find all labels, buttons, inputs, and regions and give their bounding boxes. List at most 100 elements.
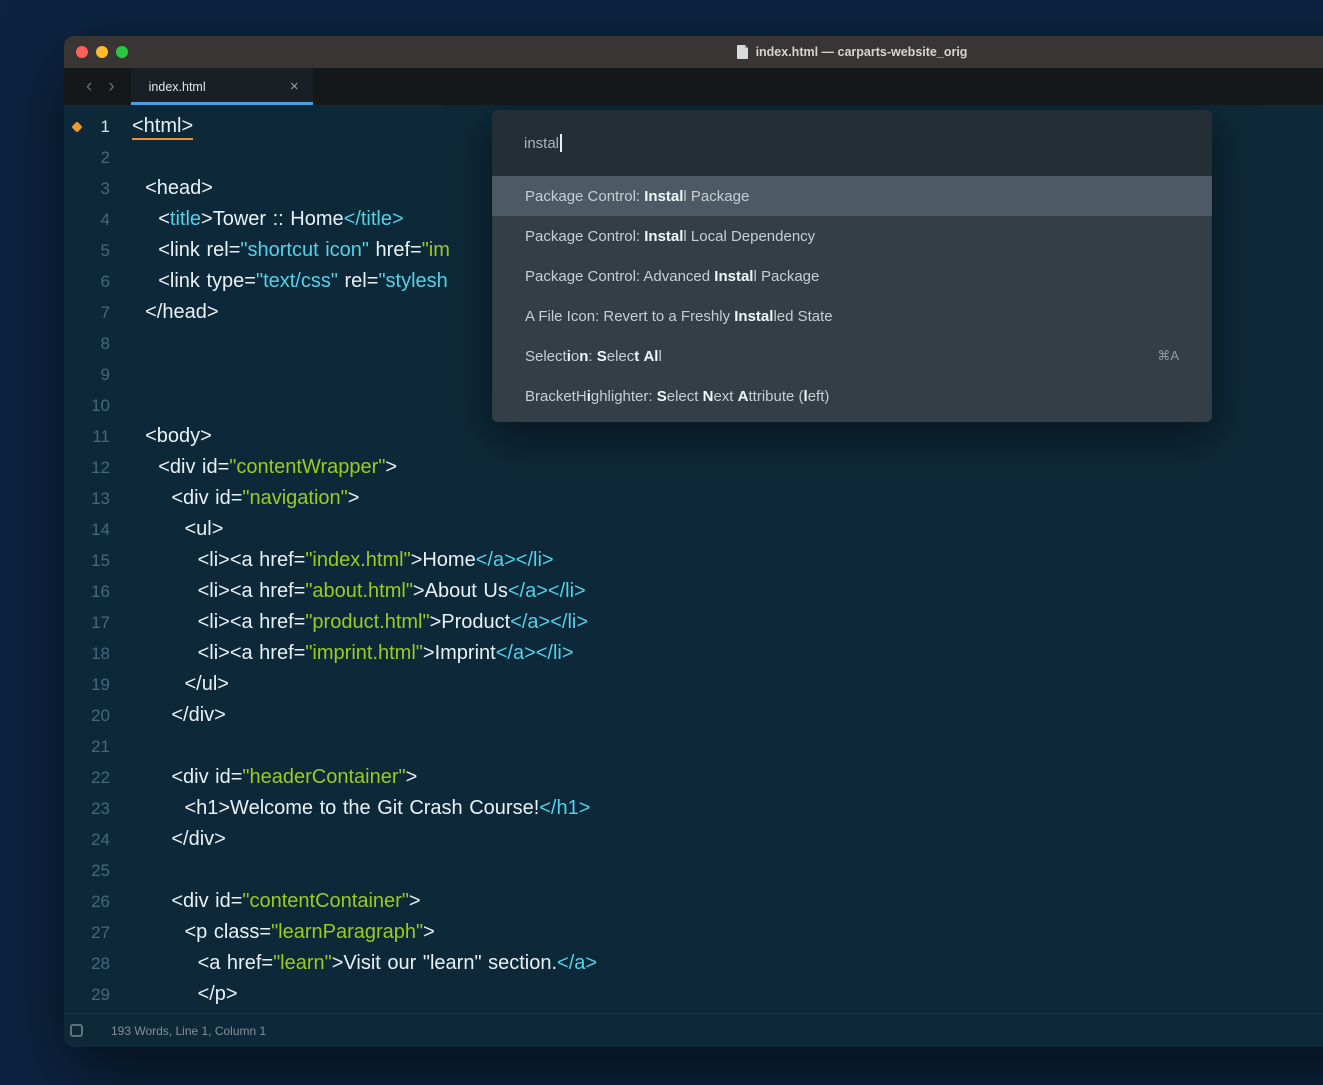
code-line[interactable]: 16 <li><a href="about.html">About Us</a>… [64,576,1323,607]
code-text [110,359,132,390]
gutter: 23 [64,793,110,824]
command-palette: instal Package Control: Install PackageP… [492,110,1212,422]
code-text [110,731,132,762]
code-text: <title>Tower :: Home</title> [110,204,404,235]
code-line[interactable]: 24 </div> [64,824,1323,855]
code-line[interactable]: 26 <div id="contentContainer"> [64,886,1323,917]
titlebar[interactable]: index.html — carparts-website_orig [64,36,1323,68]
minimize-window-button[interactable] [96,46,108,58]
code-line[interactable]: 27 <p class="learnParagraph"> [64,917,1323,948]
code-line[interactable]: 22 <div id="headerContainer"> [64,762,1323,793]
code-text [110,142,132,173]
tab-label: index.html [149,80,206,94]
code-line[interactable]: 21 [64,731,1323,762]
window-title: index.html — carparts-website_orig [756,45,968,59]
line-number: 25 [91,861,110,880]
palette-item[interactable]: A File Icon: Revert to a Freshly Install… [492,296,1212,336]
code-text [110,390,132,421]
code-line[interactable]: 18 <li><a href="imprint.html">Imprint</a… [64,638,1323,669]
line-number: 8 [101,334,110,353]
line-number: 15 [91,551,110,570]
code-text: </div> [110,824,226,855]
line-number: 9 [101,365,110,384]
code-line[interactable]: 19 </ul> [64,669,1323,700]
line-number: 11 [92,427,110,446]
code-text: </head> [110,297,219,328]
shortcut-hint: ⌘A [1157,348,1179,364]
line-number: 1 [101,117,110,136]
status-text: 193 Words, Line 1, Column 1 [111,1024,266,1038]
gutter: 2 [64,142,110,173]
gutter: 29 [64,979,110,1010]
code-line[interactable]: 23 <h1>Welcome to the Git Crash Course!<… [64,793,1323,824]
gutter: 7 [64,297,110,328]
code-text: <link rel="shortcut icon" href="im [110,235,450,266]
palette-item[interactable]: Package Control: Install Local Dependenc… [492,216,1212,256]
line-number: 21 [91,737,110,756]
gutter: 9 [64,359,110,390]
gutter: 4 [64,204,110,235]
gutter: 10 [64,390,110,421]
palette-results-list: Package Control: Install Package Package … [492,176,1212,422]
close-window-button[interactable] [76,46,88,58]
palette-search-input[interactable]: instal [492,110,1212,176]
code-line[interactable]: 13 <div id="navigation"> [64,483,1323,514]
code-line[interactable]: 15 <li><a href="index.html">Home</a></li… [64,545,1323,576]
code-text: <h1>Welcome to the Git Crash Course!</h1… [110,793,590,824]
line-number: 20 [91,706,110,725]
code-text: <ul> [110,514,223,545]
line-number: 4 [101,210,110,229]
line-number: 2 [101,148,110,167]
code-line[interactable]: 11 <body> [64,421,1323,452]
traffic-lights [76,36,128,68]
palette-item-label: Package Control: Install Local Dependenc… [525,228,815,245]
code-line[interactable]: 12 <div id="contentWrapper"> [64,452,1323,483]
gutter: 21 [64,731,110,762]
line-number: 24 [91,830,110,849]
zoom-window-button[interactable] [116,46,128,58]
gutter: 19 [64,669,110,700]
code-line[interactable]: 29 </p> [64,979,1323,1010]
code-text: <li><a href="index.html">Home</a></li> [110,545,554,576]
tab-index-html[interactable]: index.html × [131,68,313,105]
gutter: 24 [64,824,110,855]
palette-item[interactable]: Package Control: Install Package [492,176,1212,216]
forward-icon[interactable]: › [108,77,114,96]
code-text: </ul> [110,669,229,700]
code-line[interactable]: 17 <li><a href="product.html">Product</a… [64,607,1323,638]
document-icon [737,45,749,59]
line-number: 18 [91,644,110,663]
code-line[interactable]: 20 </div> [64,700,1323,731]
code-line[interactable]: 14 <ul> [64,514,1323,545]
line-number: 10 [91,396,110,415]
gutter: 28 [64,948,110,979]
code-text: <li><a href="about.html">About Us</a></l… [110,576,586,607]
palette-item[interactable]: BracketHighlighter: Select Next Attribut… [492,376,1212,416]
code-text: <div id="headerContainer"> [110,762,417,793]
line-number: 29 [91,985,110,1004]
palette-item[interactable]: Package Control: Advanced Install Packag… [492,256,1212,296]
panel-toggle-icon[interactable] [70,1024,83,1037]
code-editor[interactable]: 1<html>23 <head>4 <title>Tower :: Home</… [64,105,1323,1013]
line-number: 19 [91,675,110,694]
gutter: 13 [64,483,110,514]
code-text: <li><a href="product.html">Product</a></… [110,607,588,638]
text-cursor [560,134,562,152]
palette-item-label: Selection: Select All [525,348,662,365]
line-number: 22 [91,768,110,787]
code-text: <body> [110,421,212,452]
code-line[interactable]: 28 <a href="learn">Visit our "learn" sec… [64,948,1323,979]
gutter: 1 [64,111,110,142]
line-number: 26 [91,892,110,911]
code-text: </p> [110,979,238,1010]
code-line[interactable]: 25 [64,855,1323,886]
gutter: 22 [64,762,110,793]
line-number: 7 [101,303,110,322]
line-number: 13 [91,489,110,508]
palette-item[interactable]: Selection: Select All ⌘A [492,336,1212,376]
tab-close-icon[interactable]: × [290,78,299,95]
tab-bar: ‹ › index.html × [64,68,1323,105]
code-text: </div> [110,700,226,731]
back-icon[interactable]: ‹ [86,77,92,96]
gutter: 16 [64,576,110,607]
